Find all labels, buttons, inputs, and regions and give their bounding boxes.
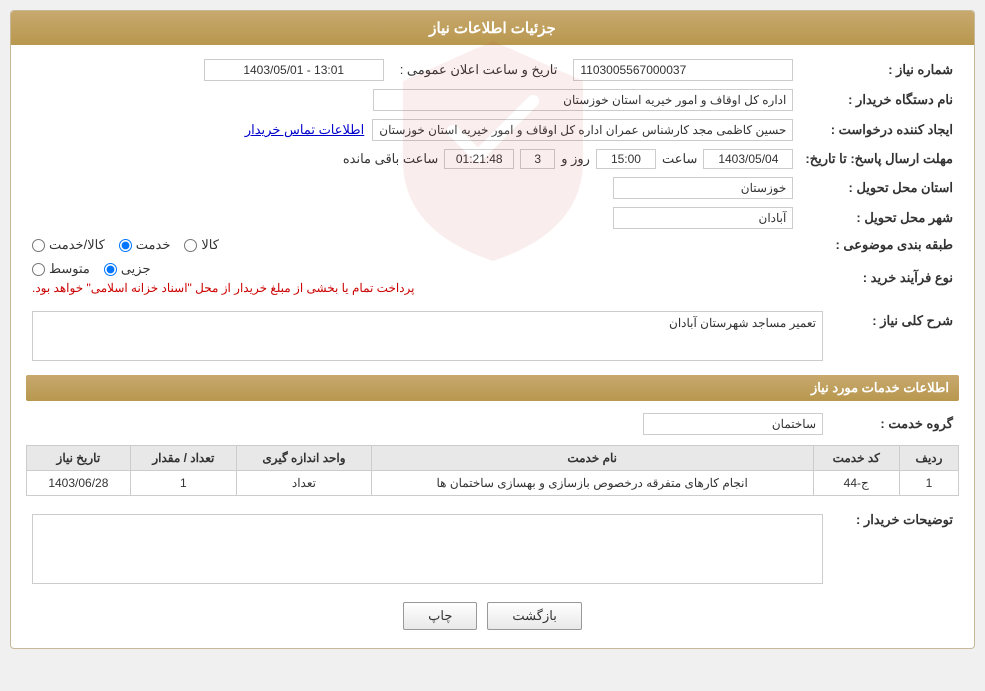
deadline-days-value: 3 xyxy=(520,149,555,169)
category-service-option: خدمت xyxy=(119,237,171,253)
creator-contact-link[interactable]: اطلاعات تماس خریدار xyxy=(245,122,364,138)
cell-3: تعداد xyxy=(237,471,372,496)
category-both-option: کالا/خدمت xyxy=(32,237,105,253)
col-code: کد خدمت xyxy=(813,446,899,471)
col-name: نام خدمت xyxy=(371,446,813,471)
deadline-time-value: 15:00 xyxy=(596,149,656,169)
category-both-radio[interactable] xyxy=(32,239,45,252)
category-service-radio[interactable] xyxy=(119,239,132,252)
cell-0: 1 xyxy=(899,471,958,496)
purchase-medium-option: متوسط xyxy=(32,261,90,277)
need-number-value: 1103005567000037 xyxy=(573,59,793,81)
time-label-static: ساعت xyxy=(662,151,697,167)
page-title: جزئیات اطلاعات نیاز xyxy=(11,11,974,45)
deadline-date-value: 1403/05/04 xyxy=(703,149,793,169)
col-quantity: تعداد / مقدار xyxy=(130,446,236,471)
cell-5: 1403/06/28 xyxy=(27,471,131,496)
category-goods-text: کالا xyxy=(201,237,219,253)
announce-label: تاریخ و ساعت اعلان عمومی : xyxy=(390,62,568,78)
service-group-label: گروه خدمت : xyxy=(829,409,959,439)
remaining-label-static: ساعت باقی مانده xyxy=(343,151,438,167)
purchase-medium-text: متوسط xyxy=(49,261,90,277)
description-label: شرح کلی نیاز : xyxy=(829,307,959,365)
send-date-label: مهلت ارسال پاسخ: تا تاریخ: xyxy=(799,145,959,173)
buyer-notes-box xyxy=(32,514,823,584)
services-section-header: اطلاعات خدمات مورد نیاز xyxy=(26,375,959,401)
purchase-partial-option: جزیی xyxy=(104,261,151,277)
category-service-text: خدمت xyxy=(136,237,171,253)
col-date: تاریخ نیاز xyxy=(27,446,131,471)
category-both-text: کالا/خدمت xyxy=(49,237,105,253)
province-label: استان محل تحویل : xyxy=(799,173,959,203)
need-number-label: شماره نیاز : xyxy=(799,55,959,85)
cell-1: ج-44 xyxy=(813,471,899,496)
back-button[interactable]: بازگشت xyxy=(487,602,581,630)
cell-2: انجام کارهای متفرقه درخصوص بازسازی و بهس… xyxy=(371,471,813,496)
province-value: خوزستان xyxy=(613,177,793,199)
creator-label: ایجاد کننده درخواست : xyxy=(799,115,959,145)
category-goods-radio[interactable] xyxy=(184,239,197,252)
day-label-static: روز و xyxy=(561,151,590,167)
category-label: طبقه بندی موضوعی : xyxy=(799,233,959,257)
col-row: ردیف xyxy=(899,446,958,471)
buyer-org-label: نام دستگاه خریدار : xyxy=(799,85,959,115)
services-table: ردیف کد خدمت نام خدمت واحد اندازه گیری ت… xyxy=(26,445,959,496)
deadline-remaining-value: 01:21:48 xyxy=(444,149,514,169)
service-group-value: ساختمان xyxy=(643,413,823,435)
announce-datetime-value: 1403/05/01 - 13:01 xyxy=(204,59,384,81)
purchase-medium-radio[interactable] xyxy=(32,263,45,276)
buyer-notes-label: توضیحات خریدار : xyxy=(829,506,959,588)
category-goods-option: کالا xyxy=(184,237,219,253)
purchase-partial-text: جزیی xyxy=(121,261,151,277)
buyer-org-value: اداره کل اوقاف و امور خیریه استان خوزستا… xyxy=(373,89,793,111)
table-row: 1ج-44انجام کارهای متفرقه درخصوص بازسازی … xyxy=(27,471,959,496)
description-box: تعمیر مساجد شهرستان آبادان xyxy=(32,311,823,361)
creator-name-value: حسین کاظمی مجد کارشناس عمران اداره کل او… xyxy=(372,119,793,141)
cell-4: 1 xyxy=(130,471,236,496)
city-label: شهر محل تحویل : xyxy=(799,203,959,233)
purchase-type-label: نوع فرآیند خرید : xyxy=(799,257,959,299)
city-value: آبادان xyxy=(613,207,793,229)
col-unit: واحد اندازه گیری xyxy=(237,446,372,471)
purchase-notice-text: پرداخت تمام یا بخشی از مبلغ خریدار از مح… xyxy=(32,281,415,295)
print-button[interactable]: چاپ xyxy=(403,602,477,630)
purchase-partial-radio[interactable] xyxy=(104,263,117,276)
